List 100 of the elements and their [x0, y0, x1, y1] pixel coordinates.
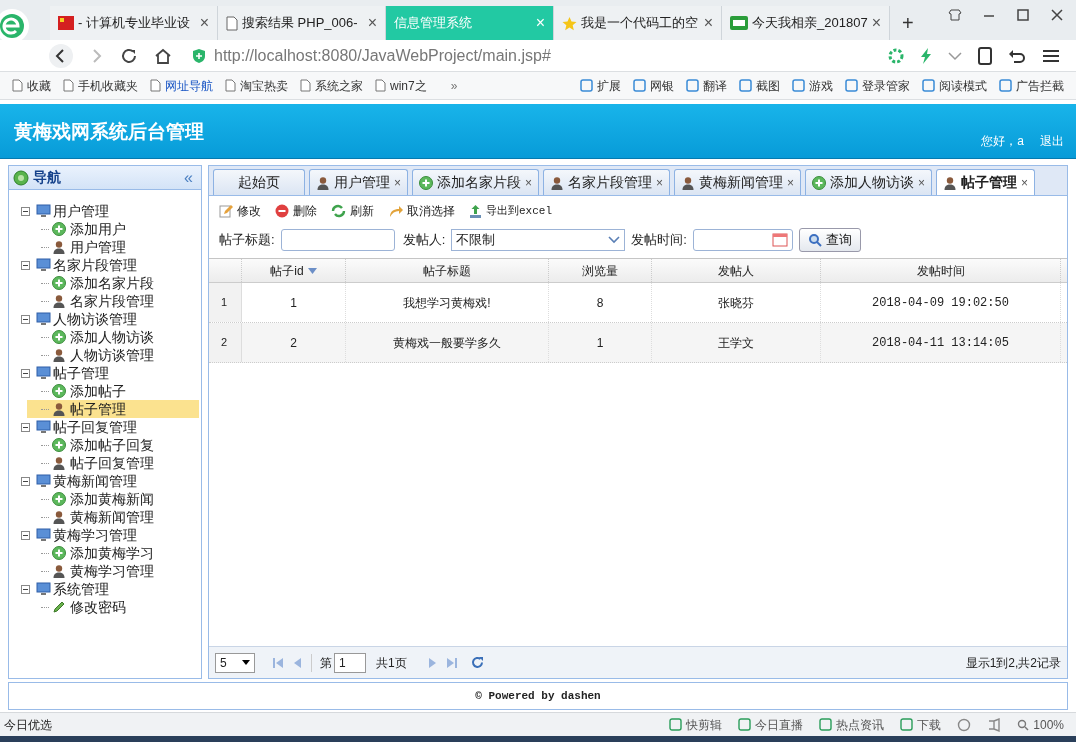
close-icon[interactable]: ×: [525, 173, 533, 192]
tree-node[interactable]: 黄梅新闻管理: [53, 472, 137, 490]
reload-icon[interactable]: [120, 46, 138, 65]
status-button[interactable]: 热点资讯: [819, 715, 885, 734]
column-header[interactable]: 浏览量: [549, 259, 652, 282]
maximize-icon[interactable]: [1016, 8, 1030, 22]
page-tab[interactable]: 添加人物访谈 ×: [805, 169, 933, 195]
tree-item[interactable]: 黄梅新闻管理: [41, 508, 162, 526]
expander-toggle[interactable]: [21, 314, 30, 324]
extension-button[interactable]: 网银: [633, 76, 674, 95]
phone-icon[interactable]: [978, 46, 992, 65]
tree-item[interactable]: 添加人物访谈: [41, 328, 162, 346]
tree-node[interactable]: 名家片段管理: [53, 256, 137, 274]
back-icon[interactable]: [48, 42, 74, 69]
close-icon[interactable]: [1050, 8, 1064, 22]
bookmark-link[interactable]: 收藏: [12, 76, 51, 95]
expander-toggle[interactable]: [21, 368, 30, 378]
status-button[interactable]: 今日直播: [738, 715, 804, 734]
address-field[interactable]: http://localhost:8080/JavaWebProject/main.jsp#: [188, 43, 872, 68]
close-icon[interactable]: ×: [1021, 173, 1029, 192]
page-tab[interactable]: 名家片段管理 ×: [543, 169, 671, 195]
browser-tab[interactable]: 我是一个代码工的空 ×: [554, 6, 722, 40]
gear-icon[interactable]: [888, 47, 904, 64]
page-tab[interactable]: 帖子管理 ×: [936, 169, 1036, 195]
toolbar-button[interactable]: 删除: [275, 202, 317, 220]
bookmark-link[interactable]: win7之: [375, 76, 427, 95]
extension-button[interactable]: 广告拦截: [999, 76, 1064, 95]
extension-button[interactable]: 登录管家: [845, 76, 910, 95]
toolbar-button[interactable]: 取消选择: [388, 202, 455, 220]
close-icon[interactable]: ×: [703, 11, 713, 35]
shirt-icon[interactable]: [948, 8, 962, 22]
tree-item[interactable]: 人物访谈管理: [41, 346, 162, 364]
tree-node[interactable]: 黄梅学习管理: [53, 526, 137, 544]
column-header[interactable]: 帖子id: [242, 259, 346, 282]
circle-icon[interactable]: [957, 717, 972, 732]
tree-item[interactable]: 名家片段管理: [41, 292, 162, 310]
tree-node[interactable]: 用户管理: [53, 202, 109, 220]
tree-item[interactable]: 添加黄梅新闻: [41, 490, 162, 508]
toolbar-button[interactable]: 修改: [219, 202, 261, 220]
extension-button[interactable]: 游戏: [792, 76, 833, 95]
tree-item[interactable]: 修改密码: [41, 598, 134, 616]
tree-item[interactable]: 添加名家片段: [41, 274, 162, 292]
zoom-button[interactable]: 100%: [1017, 715, 1064, 734]
tree-node[interactable]: 帖子回复管理: [53, 418, 137, 436]
date-input-field[interactable]: [692, 229, 793, 251]
tree-node[interactable]: 帖子管理: [53, 364, 109, 382]
extension-button[interactable]: 扩展: [580, 76, 621, 95]
tree-item[interactable]: 添加黄梅学习: [41, 544, 162, 562]
bookmark-link[interactable]: 淘宝热卖: [225, 76, 288, 95]
tree-item[interactable]: 添加帖子: [41, 382, 134, 400]
expander-toggle[interactable]: [21, 422, 30, 432]
close-icon[interactable]: ×: [871, 11, 881, 35]
browser-tab[interactable]: - 计算机专业毕业设 ×: [50, 6, 218, 40]
status-button[interactable]: 快剪辑: [669, 715, 723, 734]
bookmark-link[interactable]: 手机收藏夹: [63, 76, 138, 95]
search-button[interactable]: 查询: [798, 228, 861, 252]
page-size-select[interactable]: 5: [215, 652, 255, 673]
extension-button[interactable]: 截图: [739, 76, 780, 95]
expander-toggle[interactable]: [21, 206, 30, 216]
close-icon[interactable]: ×: [656, 173, 664, 192]
page-tab[interactable]: 黄梅新闻管理 ×: [674, 169, 802, 195]
expander-toggle[interactable]: [21, 476, 30, 486]
tree-item[interactable]: 用户管理: [41, 238, 134, 256]
extension-button[interactable]: 阅读模式: [922, 76, 987, 95]
browser-tab[interactable]: 搜索结果 PHP_006- ×: [218, 6, 386, 40]
table-row[interactable]: 2 2 黄梅戏一般要学多久 1 王学文 2018-04-11 13:14:05: [209, 323, 1067, 363]
page-input-field[interactable]: 1: [334, 652, 366, 673]
caret-icon[interactable]: [948, 50, 962, 61]
extension-button[interactable]: 翻译: [686, 76, 727, 95]
bookmark-link[interactable]: 系统之家: [300, 76, 363, 95]
bookmark-link[interactable]: 网址导航: [150, 76, 213, 95]
tree-item[interactable]: 添加用户: [41, 220, 134, 238]
browser-tab[interactable]: 今天我相亲_201807 ×: [722, 6, 890, 40]
tree-item[interactable]: 帖子回复管理: [41, 454, 162, 472]
column-header[interactable]: 发帖时间: [821, 259, 1061, 282]
table-row[interactable]: 1 1 我想学习黄梅戏! 8 张晓芬 2018-04-09 19:02:50: [209, 283, 1067, 323]
page-tab[interactable]: 用户管理 ×: [309, 169, 408, 195]
toolbar-button[interactable]: 刷新: [331, 202, 374, 220]
expander-toggle[interactable]: [21, 530, 30, 540]
tree-item[interactable]: 黄梅学习管理: [41, 562, 162, 580]
home-icon[interactable]: [154, 46, 172, 65]
poster-select[interactable]: 不限制: [451, 229, 626, 251]
page-tab[interactable]: 起始页: [213, 169, 305, 195]
menu-icon[interactable]: [1042, 48, 1060, 63]
more-link[interactable]: »: [450, 76, 458, 95]
close-icon[interactable]: ×: [918, 173, 926, 192]
new-tab-button[interactable]: +: [890, 6, 926, 40]
column-header[interactable]: 帖子标题: [346, 259, 549, 282]
page-tab[interactable]: 添加名家片段 ×: [412, 169, 540, 195]
speaker-icon[interactable]: [987, 717, 1002, 732]
close-icon[interactable]: ×: [199, 11, 209, 35]
expander-toggle[interactable]: [21, 260, 30, 270]
close-icon[interactable]: ×: [367, 11, 377, 35]
sort-icon[interactable]: [307, 267, 317, 274]
toolbar-button[interactable]: 导出到excel: [469, 202, 552, 220]
close-icon[interactable]: ×: [787, 173, 795, 192]
status-button[interactable]: 下载: [900, 715, 942, 734]
tree-node[interactable]: 系统管理: [53, 580, 109, 598]
lightning-icon[interactable]: [920, 47, 932, 64]
close-icon[interactable]: ×: [394, 173, 401, 192]
